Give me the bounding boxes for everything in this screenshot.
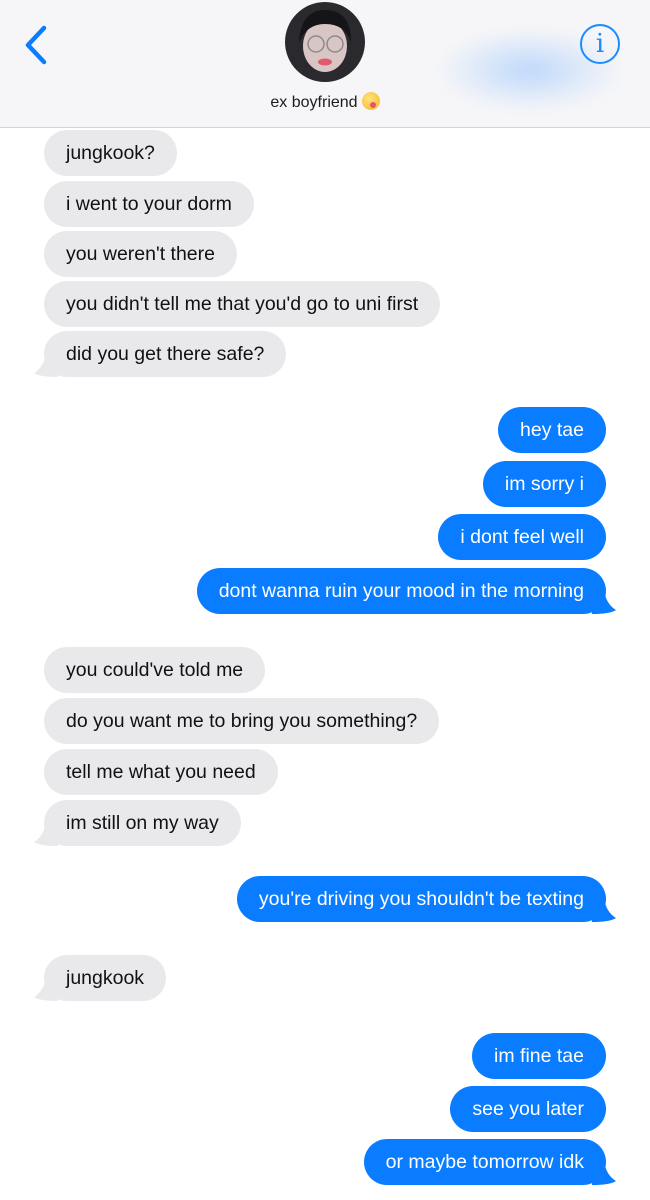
message-thread: jungkook? i went to your dorm you weren'… xyxy=(0,128,650,1200)
message-row: you could've told me xyxy=(0,647,650,693)
message-row: do you want me to bring you something? xyxy=(0,698,650,744)
message-row: you're driving you shouldn't be texting xyxy=(0,876,650,922)
chevron-left-icon xyxy=(25,25,47,65)
sent-message-bubble[interactable]: or maybe tomorrow idk xyxy=(363,1139,606,1185)
contact-avatar[interactable] xyxy=(285,2,365,82)
message-row: dont wanna ruin your mood in the morning xyxy=(0,568,650,614)
contact-name[interactable]: ex boyfriend xyxy=(0,92,650,112)
received-message-bubble[interactable]: you weren't there xyxy=(44,231,237,277)
message-row: jungkook xyxy=(0,955,650,1001)
received-message-bubble[interactable]: you could've told me xyxy=(44,647,266,693)
info-icon: i xyxy=(595,29,605,59)
info-button[interactable]: i xyxy=(580,24,620,64)
message-row: or maybe tomorrow idk xyxy=(0,1139,650,1185)
message-row: im sorry i xyxy=(0,461,650,507)
sent-message-bubble[interactable]: you're driving you shouldn't be texting xyxy=(236,876,606,922)
sent-message-bubble[interactable]: im sorry i xyxy=(482,461,606,507)
back-button[interactable] xyxy=(18,22,58,68)
contact-name-label: ex boyfriend xyxy=(270,94,358,111)
sent-message-bubble[interactable]: dont wanna ruin your mood in the morning xyxy=(196,568,606,614)
face-emoji-icon xyxy=(361,92,380,110)
message-row: see you later xyxy=(0,1086,650,1132)
sent-message-bubble[interactable]: see you later xyxy=(450,1086,606,1132)
message-row: i dont feel well xyxy=(0,514,650,560)
message-row: im still on my way xyxy=(0,800,650,846)
message-row: you weren't there xyxy=(0,231,650,277)
message-row: tell me what you need xyxy=(0,749,650,795)
message-row: hey tae xyxy=(0,407,650,453)
sent-message-bubble[interactable]: im fine tae xyxy=(472,1033,606,1079)
received-message-bubble[interactable]: i went to your dorm xyxy=(44,181,254,227)
received-message-bubble[interactable]: tell me what you need xyxy=(44,749,278,795)
received-message-bubble[interactable]: you didn't tell me that you'd go to uni … xyxy=(44,281,441,327)
received-message-bubble[interactable]: did you get there safe? xyxy=(44,331,287,377)
message-row: you didn't tell me that you'd go to uni … xyxy=(0,281,650,327)
received-message-bubble[interactable]: do you want me to bring you something? xyxy=(44,698,440,744)
message-row: im fine tae xyxy=(0,1033,650,1079)
message-row: jungkook? xyxy=(0,130,650,176)
sent-message-bubble[interactable]: i dont feel well xyxy=(438,514,606,560)
conversation-header: ex boyfriend i xyxy=(0,0,650,128)
received-message-bubble[interactable]: jungkook? xyxy=(44,130,177,176)
sent-message-bubble[interactable]: hey tae xyxy=(498,407,606,453)
received-message-bubble[interactable]: im still on my way xyxy=(44,800,241,846)
received-message-bubble[interactable]: jungkook xyxy=(44,955,167,1001)
message-row: did you get there safe? xyxy=(0,331,650,377)
message-row: i went to your dorm xyxy=(0,181,650,227)
